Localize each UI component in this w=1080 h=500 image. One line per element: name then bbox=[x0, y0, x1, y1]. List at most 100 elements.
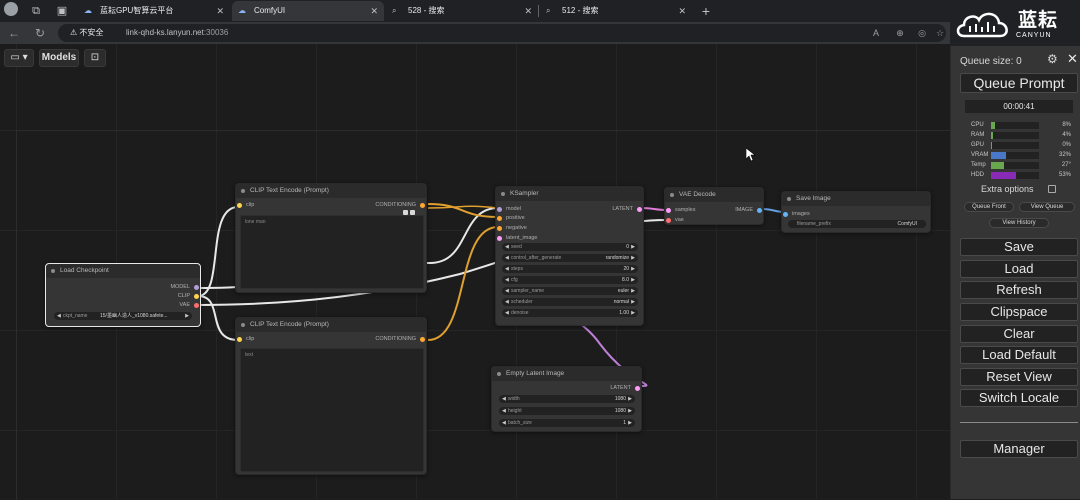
node-title[interactable]: CLIP Text Encode (Prompt) bbox=[236, 318, 426, 332]
slot-dot[interactable] bbox=[666, 218, 671, 223]
back-icon[interactable]: ← bbox=[6, 25, 22, 41]
close-icon[interactable]: ✕ bbox=[1067, 51, 1078, 67]
arrow-left-icon[interactable]: ◀ bbox=[505, 287, 509, 295]
slot-dot[interactable] bbox=[637, 207, 642, 212]
node-empty-latent-image[interactable]: Empty Latent Image LATENT ◀ width 1080 ▶ ◀ h… bbox=[491, 366, 642, 432]
arrow-right-icon[interactable]: ▶ bbox=[185, 312, 189, 320]
tab-lanyun[interactable]: ☁ 蓝耘GPU智算云平台 ✕ bbox=[78, 1, 230, 21]
profile-avatar-icon[interactable] bbox=[4, 2, 18, 16]
slot-dot[interactable] bbox=[635, 386, 640, 391]
slot-dot[interactable] bbox=[237, 203, 242, 208]
batch-size-widget[interactable]: ◀ batch_size 1 ▶ bbox=[499, 419, 635, 427]
clipspace-button[interactable]: Clipspace bbox=[960, 303, 1078, 321]
output-image[interactable]: IMAGE bbox=[713, 205, 763, 215]
arrow-right-icon[interactable]: ▶ bbox=[628, 395, 632, 403]
slot-dot[interactable] bbox=[420, 203, 425, 208]
extra-options-checkbox[interactable] bbox=[1048, 185, 1056, 193]
workspaces-icon[interactable]: ⧉ bbox=[28, 3, 44, 19]
save-button[interactable]: Save bbox=[960, 238, 1078, 256]
input-clip[interactable]: clip bbox=[236, 200, 254, 210]
refresh-button[interactable]: Refresh bbox=[960, 281, 1078, 299]
width-widget[interactable]: ◀ width 1080 ▶ bbox=[499, 395, 635, 403]
manager-button[interactable]: Manager bbox=[960, 440, 1078, 458]
slot-dot[interactable] bbox=[420, 337, 425, 342]
slot-dot[interactable] bbox=[194, 294, 199, 299]
close-icon[interactable]: ✕ bbox=[370, 1, 378, 21]
arrow-right-icon[interactable]: ▶ bbox=[631, 309, 635, 317]
arrow-right-icon[interactable]: ▶ bbox=[631, 287, 635, 295]
arrow-left-icon[interactable]: ◀ bbox=[505, 276, 509, 284]
output-conditioning[interactable]: CONDITIONING bbox=[346, 200, 426, 210]
graph-canvas[interactable]: ▭ ▾ Models ⊡ Load Checkpoint MODEL CLIP … bbox=[0, 44, 950, 500]
slot-dot[interactable] bbox=[194, 285, 199, 290]
view-queue-button[interactable]: View Queue bbox=[1019, 202, 1075, 212]
slot-dot[interactable] bbox=[237, 337, 242, 342]
node-clip-text-encode-positive[interactable]: CLIP Text Encode (Prompt) clip CONDITION… bbox=[235, 183, 427, 293]
denoise-widget[interactable]: ◀ denoise 1.00 ▶ bbox=[502, 309, 638, 317]
sampler-name-widget[interactable]: ◀ sampler_name euler ▶ bbox=[502, 287, 638, 295]
arrow-left-icon[interactable]: ◀ bbox=[505, 309, 509, 317]
output-conditioning[interactable]: CONDITIONING bbox=[346, 334, 426, 344]
output-latent[interactable]: LATENT bbox=[581, 383, 641, 393]
tab-search-512[interactable]: ⌕ 512 - 搜索 ✕ bbox=[540, 1, 692, 21]
arrow-right-icon[interactable]: ▶ bbox=[631, 243, 635, 251]
arrow-left-icon[interactable]: ◀ bbox=[505, 243, 509, 251]
node-ksampler[interactable]: KSampler model positive negative latent_… bbox=[495, 186, 644, 326]
slot-dot[interactable] bbox=[497, 236, 502, 241]
input-clip[interactable]: clip bbox=[236, 334, 254, 344]
output-latent[interactable]: LATENT bbox=[583, 204, 643, 214]
input-images[interactable]: images bbox=[782, 209, 810, 219]
tab-comfyui[interactable]: ☁ ComfyUI ✕ bbox=[232, 1, 384, 21]
input-negative[interactable]: negative bbox=[496, 223, 527, 233]
slot-dot[interactable] bbox=[194, 303, 199, 308]
node-title[interactable]: Empty Latent Image bbox=[492, 367, 641, 381]
slot-dot[interactable] bbox=[497, 207, 502, 212]
queue-prompt-button[interactable]: Queue Prompt bbox=[960, 73, 1078, 93]
slot-dot[interactable] bbox=[497, 216, 502, 221]
input-samples[interactable]: samples bbox=[665, 205, 695, 215]
arrow-right-icon[interactable]: ▶ bbox=[628, 419, 632, 427]
queue-front-button[interactable]: Queue Front bbox=[964, 202, 1014, 212]
arrow-left-icon[interactable]: ◀ bbox=[502, 395, 506, 403]
node-vae-decode[interactable]: VAE Decode samples vae IMAGE bbox=[664, 187, 764, 225]
arrow-left-icon[interactable]: ◀ bbox=[502, 407, 506, 415]
height-widget[interactable]: ◀ height 1080 ▶ bbox=[499, 407, 635, 415]
arrow-left-icon[interactable]: ◀ bbox=[505, 265, 509, 273]
ckpt-name-combo[interactable]: ◀ ckpt_name 15/墨幽人造人_v1080.safete... ▶ bbox=[54, 312, 192, 320]
node-clip-text-encode-negative[interactable]: CLIP Text Encode (Prompt) clip CONDITION… bbox=[235, 317, 427, 475]
tab-search-528[interactable]: ⌕ 528 - 搜索 ✕ bbox=[386, 1, 538, 21]
load-default-button[interactable]: Load Default bbox=[960, 346, 1078, 364]
slot-dot[interactable] bbox=[757, 208, 762, 213]
arrow-right-icon[interactable]: ▶ bbox=[631, 298, 635, 306]
steps-widget[interactable]: ◀ steps 20 ▶ bbox=[502, 265, 638, 273]
input-latent-image[interactable]: latent_image bbox=[496, 233, 538, 243]
extension-icon[interactable]: ◎ bbox=[916, 27, 928, 39]
filename-prefix-widget[interactable]: filename_prefix ComfyUI bbox=[788, 220, 926, 228]
input-positive[interactable]: positive bbox=[496, 213, 525, 223]
arrow-left-icon[interactable]: ◀ bbox=[505, 298, 509, 306]
slot-dot[interactable] bbox=[666, 208, 671, 213]
read-aloud-icon[interactable]: A bbox=[870, 27, 882, 39]
arrow-right-icon[interactable]: ▶ bbox=[631, 254, 635, 262]
node-save-image[interactable]: Save Image images filename_prefix ComfyUI bbox=[781, 191, 931, 233]
arrow-right-icon[interactable]: ▶ bbox=[631, 265, 635, 273]
new-tab-button[interactable]: + bbox=[698, 3, 714, 19]
input-vae[interactable]: vae bbox=[665, 215, 684, 225]
node-title[interactable]: VAE Decode bbox=[665, 188, 763, 202]
slot-dot[interactable] bbox=[783, 212, 788, 217]
slot-dot[interactable] bbox=[497, 226, 502, 231]
arrow-right-icon[interactable]: ▶ bbox=[628, 407, 632, 415]
zoom-icon[interactable]: ⊕ bbox=[894, 27, 906, 39]
reload-icon[interactable]: ↻ bbox=[32, 25, 48, 41]
scheduler-widget[interactable]: ◀ scheduler normal ▶ bbox=[502, 298, 638, 306]
gear-icon[interactable]: ⚙ bbox=[1047, 52, 1058, 66]
seed-widget[interactable]: ◀ seed 0 ▶ bbox=[502, 243, 638, 251]
node-title[interactable]: CLIP Text Encode (Prompt) bbox=[236, 184, 426, 198]
close-icon[interactable]: ✕ bbox=[524, 1, 532, 21]
control-after-generate-widget[interactable]: ◀ control_after_generate randomize ▶ bbox=[502, 254, 638, 262]
tab-actions-icon[interactable]: ▣ bbox=[54, 3, 70, 19]
close-icon[interactable]: ✕ bbox=[216, 1, 224, 21]
clear-button[interactable]: Clear bbox=[960, 325, 1078, 343]
security-warning[interactable]: ⚠ 不安全 bbox=[70, 24, 103, 42]
arrow-left-icon[interactable]: ◀ bbox=[57, 312, 61, 320]
